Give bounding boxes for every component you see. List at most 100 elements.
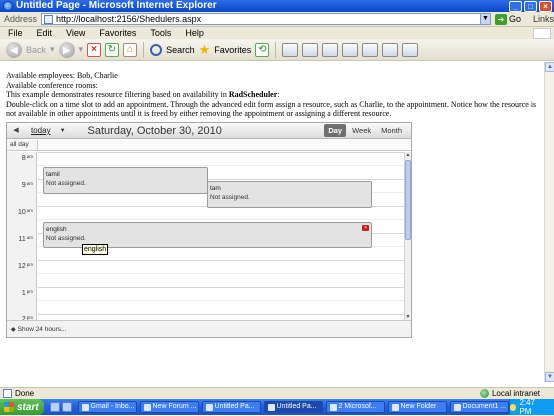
back-arrow-icon[interactable]: ◀ <box>6 42 22 58</box>
folder-icon <box>392 404 399 411</box>
all-day-slot[interactable] <box>37 140 411 150</box>
windows-logo-icon <box>533 28 551 39</box>
hour-number: 10 <box>18 209 26 216</box>
appointment-tam[interactable]: tam Not assigned. <box>207 181 372 208</box>
address-label: Address <box>4 14 37 24</box>
quick-launch-icon[interactable] <box>50 402 60 412</box>
task-items: Gmail - Inbo... New Forum ... Untitled P… <box>78 401 509 413</box>
toolbar-separator <box>143 42 144 58</box>
hour-label: 11am <box>7 235 37 243</box>
page-done-icon <box>3 389 12 398</box>
ie-icon <box>3 1 13 11</box>
tab-week[interactable]: Week <box>348 124 375 137</box>
appointment-tamil[interactable]: tamil Not assigned. <box>43 167 208 194</box>
hour-suffix: am <box>27 235 33 240</box>
maximize-button[interactable]: □ <box>524 1 537 12</box>
description-prefix: This example demonstrates resource filte… <box>6 90 229 99</box>
taskbar-item[interactable]: 2 Microsof... <box>326 401 385 413</box>
windows-flag-icon <box>4 402 14 412</box>
appointment-subject: tamil <box>46 170 205 179</box>
scheduler-scrollbar[interactable]: ▲ ▼ <box>404 152 411 320</box>
menu-file[interactable]: File <box>0 28 29 38</box>
research-icon[interactable] <box>382 43 398 57</box>
back-dropdown-icon[interactable]: ▾ <box>50 44 55 55</box>
taskbar-item-label: 2 Microsof... <box>339 402 377 412</box>
taskbar: start Gmail - Inbo... New Forum ... Unti… <box>0 399 554 415</box>
page-scrollbar[interactable]: ▲ ▼ <box>544 62 554 382</box>
tab-day[interactable]: Day <box>324 124 346 137</box>
start-label: start <box>17 402 39 413</box>
tools-icon[interactable] <box>402 43 418 57</box>
scroll-down-icon[interactable]: ▼ <box>545 372 554 382</box>
menu-edit[interactable]: Edit <box>29 28 59 38</box>
tray-icon[interactable] <box>510 404 517 411</box>
search-button[interactable]: Search <box>166 45 195 55</box>
hour-label: 8am <box>7 154 37 162</box>
date-picker-dropdown-icon[interactable]: ▼ <box>60 128 66 134</box>
taskbar-item-label: Untitled Pa... <box>277 402 317 412</box>
taskbar-item[interactable]: New Folder <box>388 401 447 413</box>
time-slot-grid[interactable]: tamil Not assigned. tam Not assigned. en… <box>38 152 404 320</box>
zone-label: Local intranet <box>492 389 540 398</box>
links-button[interactable]: Links <box>533 14 554 24</box>
tab-month[interactable]: Month <box>377 124 406 137</box>
hour-label: 9am <box>7 181 37 189</box>
scroll-up-icon[interactable]: ▲ <box>545 62 554 72</box>
close-button[interactable]: × <box>539 1 552 12</box>
taskbar-item[interactable]: New Forum ... <box>140 401 199 413</box>
hour-number: 1 <box>22 290 26 297</box>
menu-favorites[interactable]: Favorites <box>91 28 142 38</box>
quick-launch-icon[interactable] <box>62 402 72 412</box>
stop-icon[interactable]: × <box>87 43 101 57</box>
edit-icon[interactable] <box>322 43 338 57</box>
hour-suffix: am <box>27 208 33 213</box>
discuss-icon[interactable] <box>342 43 358 57</box>
menu-view[interactable]: View <box>58 28 91 38</box>
taskbar-item[interactable]: Document1 ... <box>450 401 509 413</box>
today-link[interactable]: today <box>31 126 51 135</box>
expand-hours-icon[interactable]: ◆ <box>11 326 16 333</box>
previous-day-icon[interactable]: ◀ <box>11 126 21 136</box>
view-tabs: Day Week Month <box>324 124 406 137</box>
show-24-hours-link[interactable]: Show 24 hours... <box>18 326 67 333</box>
start-button[interactable]: start <box>0 399 44 415</box>
address-field[interactable]: http://localhost:2156/Shedulers.aspx ▼ <box>41 13 491 25</box>
appointment-subject: english <box>46 225 369 234</box>
delete-appointment-icon[interactable]: × <box>362 225 369 231</box>
menu-help[interactable]: Help <box>177 28 210 38</box>
favorites-button[interactable]: Favorites <box>214 45 251 55</box>
taskbar-item[interactable]: Untitled Pa... <box>202 401 261 413</box>
forward-arrow-icon[interactable]: ▶ <box>59 42 75 58</box>
half-hour-gridline <box>38 165 404 166</box>
taskbar-item-active[interactable]: Untitled Pa... <box>264 401 323 413</box>
toolbar-separator <box>275 42 276 58</box>
hour-number: 9 <box>22 182 26 189</box>
history-icon[interactable]: ⟲ <box>255 43 269 57</box>
window-icon <box>206 404 213 411</box>
refresh-icon[interactable]: ↻ <box>105 43 119 57</box>
print-icon[interactable] <box>302 43 318 57</box>
messenger-icon[interactable] <box>362 43 378 57</box>
appointment-subject: tam <box>210 184 369 193</box>
forward-dropdown-icon[interactable]: ▾ <box>79 44 84 55</box>
status-text: Done <box>15 389 34 398</box>
favorites-star-icon[interactable]: ★ <box>199 43 211 57</box>
hour-gridline <box>38 314 404 315</box>
home-icon[interactable]: ⌂ <box>123 43 137 57</box>
hour-number: 12 <box>18 263 26 270</box>
taskbar-item[interactable]: Gmail - Inbo... <box>78 401 137 413</box>
scroll-thumb[interactable] <box>405 160 411 240</box>
half-hour-gridline <box>38 273 404 274</box>
address-dropdown-icon[interactable]: ▼ <box>480 14 490 24</box>
mail-icon[interactable] <box>282 43 298 57</box>
scroll-up-icon[interactable]: ▲ <box>405 152 411 158</box>
go-arrow-icon: ➜ <box>495 14 507 25</box>
available-employees-text: Available employees: Bob, Charlie <box>0 71 544 81</box>
minimize-button[interactable]: _ <box>509 1 522 12</box>
back-label[interactable]: Back <box>26 45 46 55</box>
go-button[interactable]: ➜ Go <box>495 14 521 25</box>
menu-tools[interactable]: Tools <box>142 28 177 38</box>
address-url[interactable]: http://localhost:2156/Shedulers.aspx <box>56 14 480 24</box>
scheduler-footer: ◆ Show 24 hours... <box>7 320 411 337</box>
search-icon[interactable] <box>150 44 162 56</box>
